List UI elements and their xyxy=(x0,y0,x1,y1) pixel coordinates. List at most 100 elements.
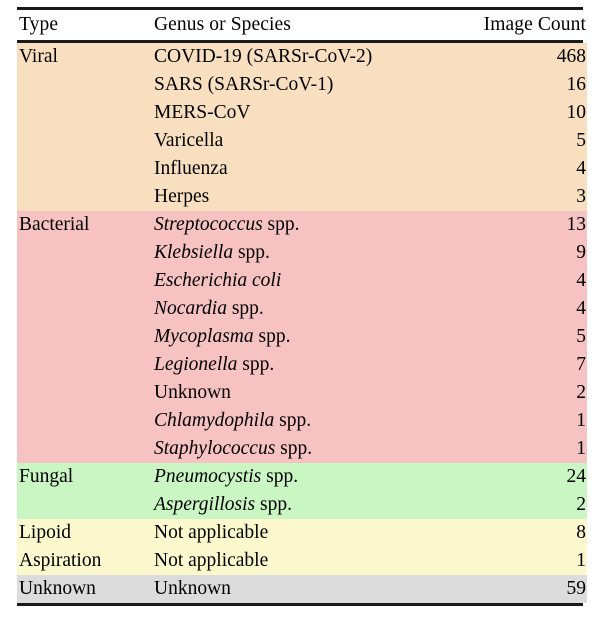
genus-suffix: spp. xyxy=(226,298,264,319)
cell-type xyxy=(17,127,153,155)
pathogen-image-count-table: Type Genus or Species Image Count xyxy=(17,10,587,40)
cell-genus-or-species: Not applicable xyxy=(153,519,440,547)
genus-suffix: Not applicable xyxy=(154,522,269,543)
cell-genus-or-species: COVID-19 (SARSr-CoV-2) xyxy=(153,43,440,71)
cell-type xyxy=(17,351,153,379)
cell-type xyxy=(17,183,153,211)
cell-image-count: 1 xyxy=(576,410,586,431)
genus-suffix: MERS-CoV xyxy=(154,102,251,123)
cell-genus-or-species: Mycoplasma spp. xyxy=(153,323,440,351)
column-header-count: Image Count xyxy=(483,14,586,35)
cell-image-count: 3 xyxy=(576,186,586,207)
cell-type xyxy=(17,407,153,435)
cell-type: Viral xyxy=(19,46,58,67)
genus-suffix: spp. xyxy=(261,466,299,487)
cell-type xyxy=(17,491,153,519)
cell-type xyxy=(17,99,153,127)
cell-image-count: 1 xyxy=(576,438,586,459)
table-row: SARS (SARSr-CoV-1) 16 xyxy=(17,71,587,99)
table-row: Chlamydophila spp. 1 xyxy=(17,407,587,435)
cell-image-count: 7 xyxy=(576,354,586,375)
table-body-wrapper: Viral COVID-19 (SARSr-CoV-2) 468 SARS (SARS… xyxy=(17,43,587,603)
table-row: Fungal Pneumocystis spp. 24 xyxy=(17,463,587,491)
cell-image-count: 4 xyxy=(576,270,586,291)
table-header: Type Genus or Species Image Count xyxy=(17,10,587,40)
table-row: Escherichia coli 4 xyxy=(17,267,587,295)
cell-type xyxy=(17,379,153,407)
cell-genus-or-species: Nocardia spp. xyxy=(153,295,440,323)
cell-image-count: 5 xyxy=(576,130,586,151)
cell-type: Bacterial xyxy=(19,214,90,235)
cell-genus-or-species: Aspergillosis spp. xyxy=(153,491,440,519)
cell-image-count: 468 xyxy=(556,46,586,67)
genus-suffix: Varicella xyxy=(154,130,224,151)
top-spacer xyxy=(0,0,600,7)
table-row: Influenza 4 xyxy=(17,155,587,183)
genus-name: Escherichia coli xyxy=(154,270,282,291)
table-row: Varicella 5 xyxy=(17,127,587,155)
genus-name: Staphylococcus xyxy=(154,438,276,459)
cell-type: Unknown xyxy=(19,578,96,599)
table-row: Mycoplasma spp. 5 xyxy=(17,323,587,351)
cell-image-count: 8 xyxy=(576,522,586,543)
genus-suffix: spp. xyxy=(233,242,270,263)
cell-image-count: 4 xyxy=(576,158,586,179)
cell-genus-or-species: SARS (SARSr-CoV-1) xyxy=(153,71,440,99)
cell-type xyxy=(17,71,153,99)
cell-genus-or-species: Varicella xyxy=(153,127,440,155)
cell-type xyxy=(17,435,153,463)
cell-image-count: 2 xyxy=(576,494,586,515)
table-container: Type Genus or Species Image Count Viral C… xyxy=(0,0,600,617)
cell-image-count: 2 xyxy=(576,382,586,403)
cell-image-count: 24 xyxy=(566,466,587,487)
genus-suffix: spp. xyxy=(262,214,300,235)
cell-image-count: 1 xyxy=(576,550,586,571)
cell-genus-or-species: Unknown xyxy=(153,379,440,407)
genus-suffix: SARS (SARSr-CoV-1) xyxy=(154,74,334,95)
cell-genus-or-species: Legionella spp. xyxy=(153,351,440,379)
table-body: Viral COVID-19 (SARSr-CoV-2) 468 SARS (SARS… xyxy=(17,43,587,603)
table-row: Staphylococcus spp. 1 xyxy=(17,435,587,463)
cell-image-count: 10 xyxy=(566,102,587,123)
table-row: Viral COVID-19 (SARSr-CoV-2) 468 xyxy=(17,43,587,71)
genus-suffix: spp. xyxy=(274,410,312,431)
table-bottom-rule xyxy=(17,603,583,606)
cell-genus-or-species: Streptococcus spp. xyxy=(153,211,440,239)
cell-genus-or-species: Escherichia coli xyxy=(153,267,440,295)
table-row: Legionella spp. 7 xyxy=(17,351,587,379)
genus-suffix: Influenza xyxy=(154,158,228,179)
cell-genus-or-species: Not applicable xyxy=(153,547,440,575)
cell-type xyxy=(17,323,153,351)
genus-suffix: spp. xyxy=(237,354,275,375)
table-row: Lipoid Not applicable 8 xyxy=(17,519,587,547)
genus-name: Klebsiella xyxy=(154,242,234,263)
cell-genus-or-species: Herpes xyxy=(153,183,440,211)
table-row: Aspergillosis spp. 2 xyxy=(17,491,587,519)
cell-image-count: 16 xyxy=(566,74,587,95)
table-row: Nocardia spp. 4 xyxy=(17,295,587,323)
genus-suffix: Unknown xyxy=(154,382,231,403)
cell-image-count: 5 xyxy=(576,326,586,347)
column-header-type: Type xyxy=(19,14,59,35)
genus-name: Chlamydophila xyxy=(154,410,275,431)
cell-genus-or-species: Klebsiella spp. xyxy=(153,239,440,267)
cell-type: Fungal xyxy=(19,466,74,487)
genus-name: Streptococcus xyxy=(154,214,263,235)
cell-genus-or-species: Pneumocystis spp. xyxy=(153,463,440,491)
genus-suffix: Unknown xyxy=(154,578,231,599)
cell-genus-or-species: Staphylococcus spp. xyxy=(153,435,440,463)
cell-type xyxy=(17,155,153,183)
genus-name: Aspergillosis xyxy=(154,494,256,515)
table-row: Aspiration Not applicable 1 xyxy=(17,547,587,575)
cell-genus-or-species: Unknown xyxy=(153,575,440,603)
cell-image-count: 4 xyxy=(576,298,586,319)
genus-suffix: Herpes xyxy=(154,186,210,207)
header-row: Type Genus or Species Image Count xyxy=(17,10,587,40)
cell-image-count: 59 xyxy=(566,578,587,599)
table-row: Bacterial Streptococcus spp. 13 xyxy=(17,211,587,239)
table-row: Unknown 2 xyxy=(17,379,587,407)
cell-genus-or-species: Influenza xyxy=(153,155,440,183)
genus-name: Pneumocystis xyxy=(154,466,262,487)
genus-name: Nocardia xyxy=(154,298,227,319)
cell-genus-or-species: Chlamydophila spp. xyxy=(153,407,440,435)
